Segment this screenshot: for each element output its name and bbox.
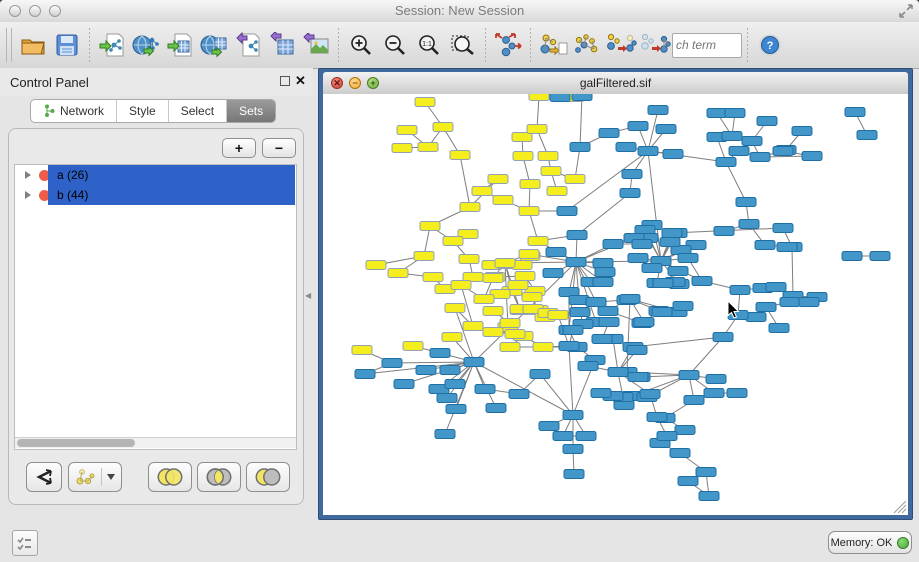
sets-list: a (26) b (44) <box>14 164 297 450</box>
tab-network[interactable]: Network <box>31 100 117 122</box>
memory-ok-indicator <box>897 537 909 549</box>
window-title: Session: New Session <box>0 3 919 18</box>
network-view-titlebar[interactable]: ✕ − + galFiltered.sif <box>323 72 908 95</box>
venn-union-icon <box>155 467 185 487</box>
chevron-down-icon <box>107 474 115 480</box>
expander-icon[interactable] <box>25 191 31 199</box>
svg-text:?: ? <box>767 40 774 52</box>
task-history-button[interactable] <box>12 530 38 556</box>
apply-layout-icon[interactable] <box>491 27 525 63</box>
hide-selected-icon[interactable] <box>638 27 672 63</box>
task-list-icon <box>17 536 33 550</box>
zoom-out-icon[interactable] <box>378 27 412 63</box>
network-canvas[interactable] <box>323 94 908 515</box>
toolbar-drag-handle <box>6 28 12 62</box>
memory-status-label: Memory: OK <box>831 537 893 549</box>
export-network-icon[interactable] <box>231 27 265 63</box>
select-from-file-icon[interactable] <box>570 27 604 63</box>
tab-sets[interactable]: Sets <box>227 100 275 122</box>
first-neighbors-icon[interactable] <box>536 27 570 63</box>
window-titlebar: Session: New Session <box>0 0 919 23</box>
venn-intersection-icon <box>204 467 234 487</box>
network-view-frame: ✕ − + galFiltered.sif <box>318 68 913 520</box>
venn-difference-icon <box>253 467 283 487</box>
split-arrows-icon <box>33 468 55 486</box>
zoom-fit-selected-icon[interactable] <box>446 27 480 63</box>
remove-set-button[interactable]: − <box>262 138 296 158</box>
create-set-dropdown-button[interactable] <box>68 462 122 492</box>
scrollbar-thumb[interactable] <box>17 439 135 447</box>
import-table-web-icon[interactable] <box>197 27 231 63</box>
expander-icon[interactable] <box>25 171 31 179</box>
add-set-button[interactable]: + <box>222 138 256 158</box>
control-panel-title: Control Panel <box>10 75 89 90</box>
zoom-actual-size-icon[interactable]: 1:1 <box>412 27 446 63</box>
float-panel-icon[interactable] <box>280 76 290 86</box>
network-view-title: galFiltered.sif <box>323 76 908 90</box>
close-panel-icon[interactable]: ✕ <box>295 73 306 89</box>
faded-network-icon <box>76 468 96 486</box>
main-toolbar: 1:1 ? <box>0 22 919 69</box>
view-resize-grip[interactable] <box>892 499 906 513</box>
cytoscape-window: Session: New Session <box>0 0 919 562</box>
save-session-icon[interactable] <box>50 27 84 63</box>
tab-select[interactable]: Select <box>169 100 227 122</box>
set-row-b[interactable]: b (44) <box>15 185 296 205</box>
network-tab-icon <box>43 104 55 118</box>
union-sets-button[interactable] <box>148 462 192 492</box>
fullscreen-icon[interactable] <box>899 4 913 18</box>
open-file-icon[interactable] <box>16 27 50 63</box>
tab-style[interactable]: Style <box>117 100 169 122</box>
import-network-file-icon[interactable] <box>95 27 129 63</box>
memory-status-button[interactable]: Memory: OK <box>828 531 912 554</box>
help-icon[interactable]: ? <box>753 27 787 63</box>
export-image-icon[interactable] <box>299 27 333 63</box>
mouse-cursor-icon <box>727 300 740 319</box>
set-label: b (44) <box>57 188 88 202</box>
set-row-a[interactable]: a (26) <box>15 165 296 185</box>
svg-text:1:1: 1:1 <box>422 41 432 48</box>
export-table-icon[interactable] <box>265 27 299 63</box>
control-panel-tabbar: Network Style Select Sets <box>30 99 276 123</box>
split-set-button[interactable] <box>26 462 62 492</box>
sets-horizontal-scrollbar[interactable] <box>15 437 296 448</box>
import-table-file-icon[interactable] <box>163 27 197 63</box>
set-label: a (26) <box>57 168 88 182</box>
network-graph <box>323 94 908 515</box>
difference-sets-button[interactable] <box>246 462 290 492</box>
control-panel-header: Control Panel ✕ <box>0 68 313 96</box>
search-input[interactable] <box>672 33 742 58</box>
panel-collapse-handle[interactable]: ◀ <box>305 290 312 302</box>
intersection-sets-button[interactable] <box>197 462 241 492</box>
zoom-in-icon[interactable] <box>344 27 378 63</box>
invert-selection-icon[interactable] <box>604 27 638 63</box>
import-network-web-icon[interactable] <box>129 27 163 63</box>
